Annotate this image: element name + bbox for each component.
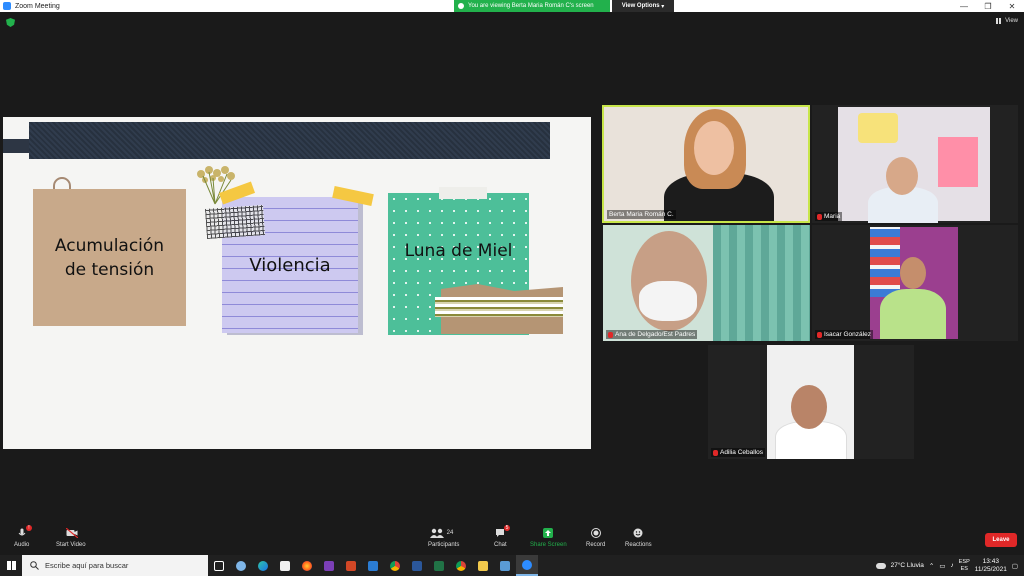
- taskbar-search-box[interactable]: Escribe aquí para buscar: [22, 555, 208, 576]
- video-camera-off-icon: [65, 527, 79, 539]
- participants-count: 24: [446, 530, 454, 536]
- video-tile-berta[interactable]: Berta Maria Román C.: [602, 105, 810, 223]
- window-title: Zoom Meeting: [15, 2, 60, 10]
- taskbar-clock[interactable]: 13:43 11/25/2021: [975, 558, 1007, 574]
- participant-video: [713, 225, 810, 341]
- smiley-icon: [633, 528, 643, 538]
- meeting-controls-toolbar: ! Audio Start Video 24 Participants 5 Ch…: [0, 525, 1024, 555]
- participant-name-label: Adilia Ceballos: [711, 448, 765, 457]
- muted-mic-icon: [713, 449, 718, 456]
- minimize-button[interactable]: —: [952, 0, 976, 12]
- network-icon[interactable]: ▭: [939, 562, 945, 570]
- mic-alert-badge: !: [26, 525, 32, 531]
- start-button[interactable]: [0, 555, 22, 576]
- maximize-button[interactable]: ❐: [976, 0, 1000, 12]
- windows-logo-icon: [6, 561, 16, 570]
- participant-name-label: Berta Maria Román C.: [607, 210, 676, 219]
- participant-face: [886, 157, 918, 195]
- video-tile-isacar[interactable]: Isacar González: [812, 225, 1018, 341]
- zoom-taskbar-icon[interactable]: [516, 555, 538, 576]
- chat-button[interactable]: 5 Chat: [494, 525, 511, 548]
- task-view-icon[interactable]: [208, 555, 230, 576]
- control-panel-icon[interactable]: [494, 555, 516, 576]
- note-acumulacion-de-tension: Acumulación de tensión: [33, 189, 186, 326]
- muted-mic-icon: [817, 213, 822, 220]
- view-options-label: View Options: [621, 3, 660, 9]
- striped-paper-graphic: [435, 297, 563, 317]
- input-language[interactable]: ESP ES: [959, 559, 970, 573]
- system-tray: 27°C Lluvia ⌃ ▭ ♪ ESP ES 13:43 11/25/202…: [875, 555, 1024, 576]
- face-mask: [639, 281, 697, 321]
- grid-tape-graphic: [205, 205, 265, 239]
- weather-cloud-icon[interactable]: [875, 562, 886, 569]
- shared-screen-slide: Acumulación de tensión Violencia Luna de…: [3, 117, 591, 449]
- note-text: Acumulación de tensión: [54, 235, 165, 280]
- share-screen-button[interactable]: Share Screen: [530, 528, 567, 548]
- zoom-window: Zoom Meeting You are viewing Berta Maria…: [0, 0, 1024, 576]
- participants-icon: 24: [429, 528, 458, 538]
- file-explorer-icon[interactable]: [472, 555, 494, 576]
- reactions-button[interactable]: Reactions: [625, 528, 652, 548]
- microphone-icon: !: [17, 525, 32, 538]
- video-tile-adilia[interactable]: Adilia Ceballos: [708, 345, 914, 459]
- powerpoint-icon[interactable]: [340, 555, 362, 576]
- network-app-icon[interactable]: [230, 555, 252, 576]
- search-icon: [30, 561, 39, 570]
- mail-icon[interactable]: [362, 555, 384, 576]
- encryption-shield-icon[interactable]: [6, 18, 15, 27]
- participant-video: [838, 107, 990, 223]
- white-tape-graphic: [439, 187, 487, 199]
- word-icon[interactable]: [406, 555, 428, 576]
- edge-browser-icon[interactable]: [252, 555, 274, 576]
- search-placeholder: Escribe aquí para buscar: [45, 561, 129, 570]
- chat-unread-badge: 5: [503, 525, 511, 531]
- view-label: View: [1005, 18, 1018, 24]
- viewing-screen-text: You are viewing Berta Maria Román C's sc…: [468, 3, 594, 9]
- video-tile-ana[interactable]: Ana de Delgado/Est Padres: [603, 225, 810, 341]
- firefox-icon[interactable]: [296, 555, 318, 576]
- speaker-icon: [458, 3, 464, 9]
- close-button[interactable]: ✕: [1000, 0, 1024, 12]
- participant-video: [870, 227, 958, 339]
- store-icon[interactable]: [274, 555, 296, 576]
- record-button[interactable]: Record: [586, 528, 605, 548]
- video-tile-maria[interactable]: Maria: [812, 105, 1018, 223]
- share-screen-icon: [543, 528, 554, 538]
- note-text: Violencia: [249, 254, 331, 276]
- start-video-button[interactable]: Start Video: [56, 527, 86, 548]
- participant-name-label: Ana de Delgado/Est Padres: [606, 330, 698, 339]
- participant-face: [791, 385, 827, 429]
- windows-taskbar: Escribe aquí para buscar 27°C Lluvia ⌃ ▭…: [0, 555, 1024, 576]
- chrome-profile-icon[interactable]: [450, 555, 472, 576]
- participant-face: [694, 121, 734, 175]
- participant-name-label: Maria: [815, 212, 843, 221]
- onenote-icon[interactable]: [318, 555, 340, 576]
- viewing-screen-banner: You are viewing Berta Maria Román C's sc…: [454, 0, 610, 12]
- participant-name-label: Isacar González: [815, 330, 873, 339]
- chat-bubble-icon: 5: [495, 525, 511, 538]
- notifications-icon[interactable]: ▢: [1012, 562, 1018, 570]
- zoom-app-icon: [3, 2, 11, 10]
- record-icon: [590, 528, 601, 538]
- muted-mic-icon: [817, 331, 822, 338]
- slide-banner-tab: [3, 139, 29, 153]
- excel-icon[interactable]: [428, 555, 450, 576]
- gallery-grid-icon: [996, 18, 1003, 24]
- slide-header-banner: [29, 122, 550, 159]
- view-options-button[interactable]: View Options ▾: [612, 0, 674, 12]
- volume-icon[interactable]: ♪: [951, 562, 954, 569]
- participant-video: [767, 345, 854, 459]
- audio-button[interactable]: ! Audio: [14, 525, 32, 548]
- note-text: Luna de Miel: [404, 241, 513, 261]
- chrome-icon[interactable]: [384, 555, 406, 576]
- participants-button[interactable]: 24 Participants: [428, 528, 459, 548]
- tray-overflow-icon[interactable]: ⌃: [929, 562, 934, 570]
- participant-face: [900, 257, 926, 289]
- leave-button[interactable]: Leave: [985, 533, 1017, 547]
- view-button[interactable]: View: [996, 18, 1018, 24]
- weather-text[interactable]: 27°C Lluvia: [891, 562, 924, 569]
- muted-mic-icon: [608, 331, 613, 338]
